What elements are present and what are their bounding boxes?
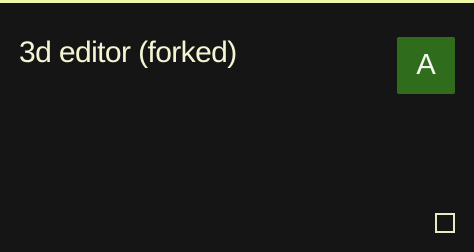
square-outline-icon[interactable] (435, 213, 455, 233)
avatar[interactable]: A (397, 37, 455, 94)
page-title: 3d editor (forked) (19, 36, 237, 69)
top-accent-bar (0, 0, 474, 3)
editor-card: 3d editor (forked) A (0, 0, 474, 252)
